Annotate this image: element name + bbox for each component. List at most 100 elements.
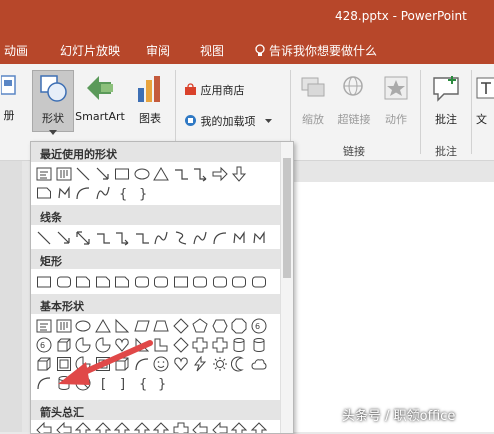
brk1-shape-icon[interactable]: [ <box>95 375 111 391</box>
curve-shape-icon[interactable] <box>153 230 169 246</box>
tab-animations[interactable]: 动画 <box>4 42 28 59</box>
pie-shape-icon[interactable] <box>95 337 111 353</box>
heart-shape-icon[interactable] <box>173 356 189 372</box>
rect-shape-icon[interactable] <box>173 274 189 290</box>
rrect-shape-icon[interactable] <box>153 274 169 290</box>
arrowline-shape-icon[interactable] <box>95 166 111 182</box>
brace1-shape-icon[interactable]: { <box>134 375 150 391</box>
oct-shape-icon[interactable] <box>231 318 247 334</box>
heart-shape-icon[interactable] <box>114 337 130 353</box>
arrowleft-shape-icon[interactable] <box>211 422 228 433</box>
rrect-shape-icon[interactable] <box>192 274 208 290</box>
brace2-shape-icon[interactable]: } <box>134 185 150 201</box>
arc-shape-icon[interactable] <box>212 230 228 246</box>
frame-shape-icon[interactable] <box>56 356 72 372</box>
snip-shape-icon[interactable] <box>75 274 91 290</box>
plus-shape-icon[interactable] <box>173 422 189 433</box>
elbow-shape-icon[interactable] <box>173 166 189 182</box>
arrowleft-shape-icon[interactable] <box>36 422 52 433</box>
snip-shape-icon[interactable] <box>36 185 52 201</box>
my-addins-button[interactable]: 我的加载项 <box>184 113 272 129</box>
smile-shape-icon[interactable] <box>153 356 169 372</box>
can-shape-icon[interactable] <box>56 375 72 391</box>
store-button[interactable]: 应用商店 <box>184 82 245 98</box>
nosym-shape-icon[interactable] <box>75 375 91 391</box>
cloud-shape-icon[interactable] <box>250 356 267 372</box>
elbow-shape-icon[interactable] <box>95 230 111 246</box>
text-shape-icon[interactable] <box>36 166 52 182</box>
oval-shape-icon[interactable] <box>134 166 150 182</box>
brk2-shape-icon[interactable]: ] <box>114 375 130 391</box>
arrowup-shape-icon[interactable] <box>133 422 150 433</box>
rarrow-shape-icon[interactable] <box>212 166 228 182</box>
par-shape-icon[interactable] <box>133 318 150 334</box>
shapes-button-content[interactable]: 形状 <box>34 74 72 139</box>
rrect-shape-icon[interactable] <box>251 274 267 290</box>
arrowup-shape-icon[interactable] <box>153 422 169 433</box>
plus-shape-icon[interactable] <box>192 337 208 353</box>
ltri-shape-icon[interactable] <box>114 318 130 334</box>
line-shape-icon[interactable] <box>75 166 91 182</box>
rrect-shape-icon[interactable] <box>212 274 228 290</box>
trap-shape-icon[interactable] <box>153 318 169 334</box>
sun-shape-icon[interactable] <box>212 356 228 372</box>
darrow-shape-icon[interactable] <box>75 230 91 246</box>
elbow2-shape-icon[interactable] <box>114 230 130 246</box>
arrowup-shape-icon[interactable] <box>94 422 111 433</box>
chart-button[interactable]: 图表 <box>132 74 168 126</box>
zoom-button[interactable]: 缩放 <box>296 76 330 127</box>
arrowleft-shape-icon[interactable] <box>192 422 208 433</box>
brace1-shape-icon[interactable]: { <box>114 185 130 201</box>
scrollbar-thumb[interactable] <box>283 158 291 278</box>
frame-shape-icon[interactable] <box>95 356 111 372</box>
rrect-shape-icon[interactable] <box>134 274 150 290</box>
tri-shape-icon[interactable] <box>153 166 169 182</box>
vtext-shape-icon[interactable] <box>56 166 72 182</box>
tab-view[interactable]: 视图 <box>200 42 224 59</box>
arrowline-shape-icon[interactable] <box>56 230 72 246</box>
hex-shape-icon[interactable] <box>211 318 228 334</box>
cube-shape-icon[interactable] <box>56 337 72 353</box>
elbow-shape-icon[interactable] <box>134 230 150 246</box>
partial-left-button[interactable]: 册 <box>0 74 18 123</box>
line-shape-icon[interactable] <box>36 230 52 246</box>
tab-review[interactable]: 审阅 <box>146 42 170 59</box>
corner-shape-icon[interactable] <box>153 337 169 353</box>
bolt-shape-icon[interactable] <box>192 356 208 372</box>
darrowshape-shape-icon[interactable] <box>231 166 247 182</box>
arc-shape-icon[interactable] <box>75 185 91 201</box>
slide-canvas[interactable] <box>292 182 494 432</box>
rrect-shape-icon[interactable] <box>231 274 247 290</box>
curve-shape-icon[interactable] <box>192 230 208 246</box>
comment-button[interactable]: 批注 <box>428 76 464 127</box>
cube-shape-icon[interactable] <box>114 356 130 372</box>
tab-slideshow[interactable]: 幻灯片放映 <box>60 42 120 59</box>
partial-right-button[interactable]: 文 <box>476 76 494 127</box>
smartart-button[interactable]: SmartArt <box>74 74 126 123</box>
plus-shape-icon[interactable] <box>212 337 228 353</box>
pent-shape-icon[interactable] <box>192 318 208 334</box>
freeform-shape-icon[interactable] <box>56 185 72 201</box>
freeform-shape-icon[interactable] <box>231 230 247 246</box>
diam-shape-icon[interactable] <box>172 337 189 353</box>
arrowup-shape-icon[interactable] <box>250 422 267 433</box>
elbow2-shape-icon[interactable] <box>192 166 208 182</box>
hyperlink-button[interactable]: 超链接 <box>334 76 374 127</box>
text-shape-icon[interactable] <box>36 318 52 334</box>
snip-shape-icon[interactable] <box>114 274 130 290</box>
arrowup-shape-icon[interactable] <box>75 422 91 433</box>
snip-shape-icon[interactable] <box>95 274 111 290</box>
arrowup-shape-icon[interactable] <box>231 422 247 433</box>
rect-shape-icon[interactable] <box>114 166 130 182</box>
tell-me-search[interactable]: 告诉我你想要做什么 <box>254 42 377 59</box>
num-shape-icon[interactable]: 6 <box>251 318 267 334</box>
vtext-shape-icon[interactable] <box>56 318 72 334</box>
cube-shape-icon[interactable] <box>36 356 52 372</box>
freeform-shape-icon[interactable] <box>251 230 267 246</box>
gallery-scrollbar[interactable] <box>280 142 293 433</box>
oval-shape-icon[interactable] <box>75 318 91 334</box>
can-shape-icon[interactable] <box>251 337 267 353</box>
scurve-shape-icon[interactable] <box>173 230 189 246</box>
arc-shape-icon[interactable] <box>134 356 150 372</box>
brace2-shape-icon[interactable]: } <box>153 375 169 391</box>
